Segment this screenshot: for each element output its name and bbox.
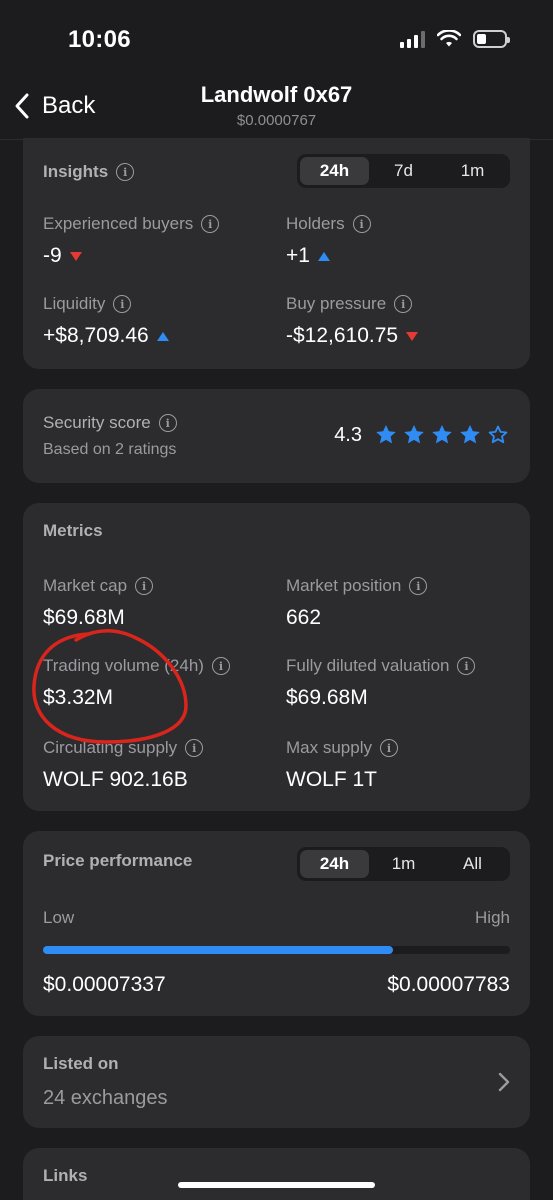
low-label: Low: [43, 908, 75, 927]
insight-label: Liquidity: [43, 294, 106, 313]
listed-on-card[interactable]: Listed on 24 exchanges: [23, 1036, 530, 1128]
metric-value: WOLF 1T: [286, 768, 378, 791]
insight-label: Buy pressure: [286, 294, 387, 313]
insight-holders: Holders i +1: [286, 214, 371, 268]
insights-title: Insights i: [43, 162, 135, 182]
page-price: $0.0000767: [236, 112, 317, 129]
insight-value: -$12,610.75: [286, 324, 399, 347]
info-icon[interactable]: i: [116, 163, 135, 181]
insights-card: Insights i 24h 7d 1m Experienced buyers i…: [23, 138, 530, 369]
security-rating: 4.3: [334, 423, 510, 447]
tab-price-all[interactable]: All: [438, 850, 507, 878]
insight-value: +1: [286, 244, 310, 267]
navigation-bar: Back Landwolf 0x67 $0.0000767: [0, 70, 553, 140]
star-outline-icon: [488, 425, 508, 444]
info-icon[interactable]: i: [394, 295, 413, 313]
high-label: High: [475, 908, 510, 927]
info-icon[interactable]: i: [409, 577, 428, 595]
insight-buy-pressure: Buy pressure i -$12,610.75: [286, 294, 419, 348]
info-icon[interactable]: i: [352, 215, 371, 233]
page-title: Landwolf 0x67: [200, 82, 353, 107]
status-time: 10:06: [68, 26, 131, 53]
battery-icon: [473, 30, 510, 48]
security-title: Security score i: [43, 413, 177, 433]
low-value: $0.00007337: [43, 973, 166, 996]
trend-down-icon: [69, 251, 82, 261]
price-range-bar: [43, 946, 510, 954]
cellular-signal-icon: [400, 30, 425, 48]
wifi-icon: [437, 30, 461, 47]
metric-fully-diluted-valuation: Fully diluted valuation i $69.68M: [286, 656, 476, 710]
info-icon[interactable]: i: [201, 215, 220, 233]
metric-max-supply: Max supply i WOLF 1T: [286, 738, 398, 792]
trend-up-icon: [156, 331, 169, 341]
info-icon[interactable]: i: [457, 657, 476, 675]
insight-label: Holders: [286, 214, 345, 233]
security-score-value: 4.3: [334, 423, 362, 446]
tab-insights-7d[interactable]: 7d: [369, 157, 438, 185]
insight-value: -9: [43, 244, 62, 267]
chevron-right-icon: [498, 1072, 510, 1092]
security-subtitle: Based on 2 ratings: [43, 441, 177, 458]
trend-up-icon: [317, 251, 330, 261]
info-icon[interactable]: i: [211, 657, 230, 675]
info-icon[interactable]: i: [135, 577, 154, 595]
annotation-circle: [32, 629, 188, 744]
tab-price-1m[interactable]: 1m: [369, 850, 438, 878]
listed-on-value: 24 exchanges: [43, 1087, 168, 1109]
insight-experienced-buyers: Experienced buyers i -9: [43, 214, 220, 268]
insight-value: +$8,709.46: [43, 324, 149, 347]
star-rating: [374, 423, 510, 447]
security-score-card[interactable]: Security score i Based on 2 ratings 4.3: [23, 389, 530, 483]
star-filled-icon: [404, 425, 424, 444]
links-title: Links: [43, 1166, 88, 1185]
links-card[interactable]: Links: [23, 1148, 530, 1200]
info-icon[interactable]: i: [158, 414, 177, 432]
insights-period-selector: 24h 7d 1m: [297, 154, 510, 188]
metric-value: 662: [286, 606, 322, 629]
metric-label: Max supply: [286, 738, 372, 757]
listed-on-title: Listed on: [43, 1054, 119, 1073]
page-header: Landwolf 0x67 $0.0000767: [0, 82, 553, 129]
star-filled-icon: [376, 425, 396, 444]
price-performance-card: Price performance 24h 1m All Low High $0…: [23, 831, 530, 1016]
metric-value: WOLF 902.16B: [43, 768, 188, 791]
metric-label: Market position: [286, 576, 402, 595]
metric-label: Fully diluted valuation: [286, 656, 450, 675]
home-indicator[interactable]: [178, 1182, 375, 1188]
info-icon[interactable]: i: [379, 739, 398, 757]
metric-label: Market cap: [43, 576, 128, 595]
star-filled-icon: [432, 425, 452, 444]
high-value: $0.00007783: [387, 973, 510, 996]
info-icon[interactable]: i: [113, 295, 132, 313]
tab-price-24h[interactable]: 24h: [300, 850, 369, 878]
metric-market-cap: Market cap i $69.68M: [43, 576, 154, 630]
status-icons: [400, 30, 510, 48]
metrics-title: Metrics: [43, 521, 103, 540]
price-performance-title: Price performance: [43, 851, 193, 870]
tab-insights-1m[interactable]: 1m: [438, 157, 507, 185]
tab-insights-24h[interactable]: 24h: [300, 157, 369, 185]
insight-liquidity: Liquidity i +$8,709.46: [43, 294, 169, 348]
metric-value: $69.68M: [286, 686, 368, 709]
star-filled-icon: [460, 425, 480, 444]
price-range-fill: [43, 946, 394, 954]
price-period-selector: 24h 1m All: [297, 847, 510, 881]
metric-market-position: Market position i 662: [286, 576, 428, 630]
status-bar: 10:06: [0, 0, 553, 70]
trend-down-icon: [406, 331, 419, 341]
insight-label: Experienced buyers: [43, 214, 194, 233]
